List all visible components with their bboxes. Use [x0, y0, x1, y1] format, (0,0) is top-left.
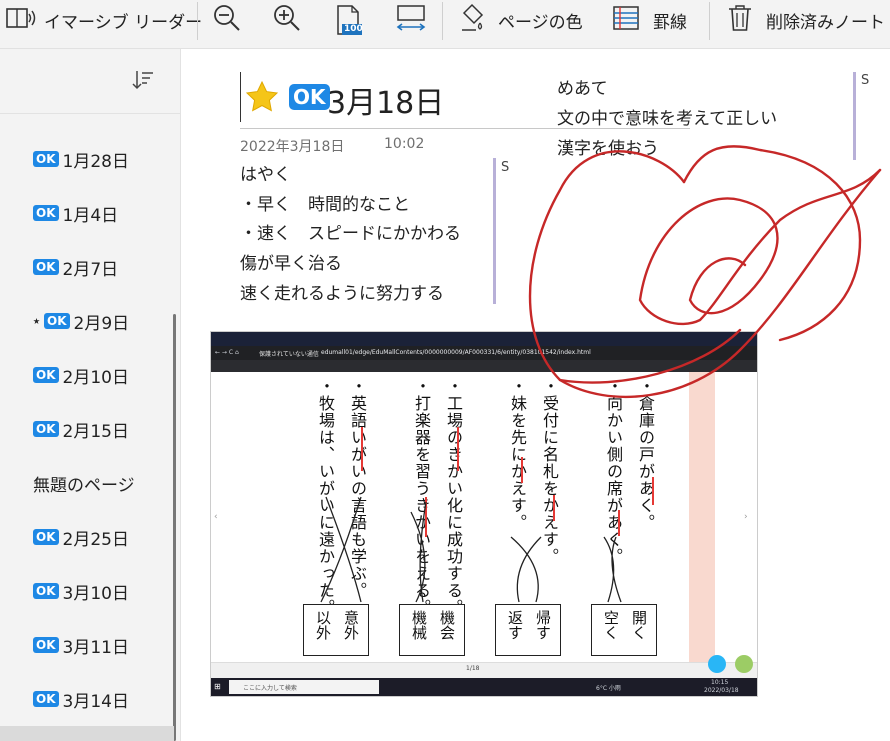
ok-badge: OK	[33, 691, 59, 707]
ok-badge: OK	[33, 637, 59, 653]
sidebar-page-label: 3月11日	[62, 637, 129, 658]
zoom-in-icon	[272, 3, 302, 38]
taskbar-search-placeholder: ここに入力して検索	[243, 685, 297, 692]
sidebar-page-label: 1月4日	[62, 205, 119, 226]
sidebar-page-label: 2月9日	[73, 313, 130, 334]
page-date: 2022年3月18日	[240, 139, 345, 155]
star-icon: ⭑	[33, 313, 41, 329]
rule-lines-icon	[611, 3, 641, 38]
trash-icon	[726, 3, 754, 38]
tag-bar	[853, 72, 856, 160]
toolbar-divider	[709, 2, 710, 40]
sidebar-page-item[interactable]: OK 1月28日	[33, 144, 129, 174]
page-width-button[interactable]	[394, 0, 428, 40]
tag-bar	[493, 158, 496, 304]
goal-line[interactable]: めあて	[557, 74, 608, 99]
zoom-in-button[interactable]	[272, 0, 302, 40]
toolbar-divider	[442, 2, 443, 40]
zoom-out-icon	[212, 3, 242, 38]
page-list-sidebar: OK 1月28日 OK 1月4日 OK 2月7日 ⭑ OK 2月9日 OK 2月10日 OK 2月15日…	[0, 49, 181, 741]
prev-arrow-icon[interactable]: ‹	[214, 512, 218, 522]
shape-icon[interactable]	[735, 655, 753, 673]
ok-badge: OK	[44, 313, 70, 329]
sidebar-page-item[interactable]: OK 2月10日	[33, 360, 129, 390]
ok-badge: OK	[33, 529, 59, 545]
deleted-notes-label: 削除済みノート	[766, 12, 885, 33]
pencil-cross-lines	[320, 496, 622, 603]
page-color-label: ページの色	[498, 12, 583, 33]
sidebar-page-label: 1月28日	[62, 151, 129, 172]
page-time: 10:02	[384, 136, 425, 152]
zoom-100-label: 100	[344, 24, 363, 34]
page-width-icon	[394, 3, 428, 38]
windows-taskbar: ⊞ ここに入力して検索 6°C 小雨 10:15 2022/03/18	[211, 678, 757, 696]
ok-badge: OK	[33, 259, 59, 275]
weather-label: 6°C 小雨	[596, 685, 621, 692]
immersive-reader-icon	[4, 4, 38, 37]
zoom-out-button[interactable]	[212, 0, 242, 40]
taskbar-clock-time: 10:15	[711, 679, 729, 686]
sidebar-page-item[interactable]: ⭑ OK 2月9日	[33, 306, 129, 336]
sidebar-page-label: 無題のページ	[33, 475, 135, 496]
sidebar-page-label: 2月15日	[62, 421, 129, 442]
page-color-button[interactable]: ページの色	[458, 0, 583, 40]
sidebar-page-item[interactable]: OK 1月4日	[33, 198, 118, 228]
sidebar-page-label: 2月25日	[62, 529, 129, 550]
next-arrow-icon[interactable]: ›	[744, 512, 748, 522]
ok-badge: OK	[33, 367, 59, 383]
note-line[interactable]: 傷が早く治る	[240, 249, 342, 274]
sidebar-page-item[interactable]: OK 3月11日	[33, 630, 129, 660]
page-indicator: 1/18	[466, 665, 480, 672]
sort-bar	[0, 49, 180, 114]
viewer-toolbar: 1/18	[211, 655, 757, 679]
ok-badge: OK	[289, 84, 330, 110]
tag-s-label: S	[861, 73, 870, 88]
sidebar-scrollbar[interactable]	[173, 314, 176, 741]
deleted-notes-button[interactable]: 削除済みノート	[726, 0, 885, 40]
sidebar-page-label: 2月7日	[62, 259, 119, 280]
rule-lines-label: 罫線	[653, 12, 687, 33]
sidebar-page-label: 2月10日	[62, 367, 129, 388]
rule-lines-button[interactable]: 罫線	[611, 0, 687, 40]
note-line[interactable]: ・早く 時間的なこと	[240, 190, 410, 215]
sidebar-page-item[interactable]: OK 2月15日	[33, 414, 129, 444]
page-color-icon	[458, 3, 488, 38]
goal-line[interactable]: 文の中で意味を考えて正しい	[557, 104, 777, 129]
ok-badge: OK	[33, 421, 59, 437]
windows-start-icon[interactable]: ⊞	[214, 682, 221, 691]
embedded-screenshot[interactable]: ← → C ⌂ 保護されていない通信 edumall01/edge/EduMal…	[210, 331, 758, 697]
page-100-icon: 100	[334, 4, 364, 36]
zoom-100-button[interactable]: 100	[334, 0, 364, 40]
sidebar-page-item[interactable]: OK 3月14日	[33, 684, 129, 714]
sidebar-page-item[interactable]: 無題のページ	[33, 468, 135, 498]
ok-badge: OK	[33, 583, 59, 599]
note-line[interactable]: 速く走れるように努力する	[240, 279, 444, 304]
note-line[interactable]: はやく	[240, 160, 291, 185]
goal-line[interactable]: 漢字を使おう	[557, 134, 659, 159]
immersive-reader-button[interactable]: イマーシブ リーダー	[4, 0, 202, 40]
selected-page-row[interactable]	[0, 726, 174, 741]
tag-s-label: S	[501, 160, 510, 175]
taskbar-clock-date: 2022/03/18	[704, 687, 739, 694]
sidebar-page-label: 3月14日	[62, 691, 129, 712]
sidebar-page-item[interactable]: OK 2月25日	[33, 522, 129, 552]
sidebar-page-label: 3月10日	[62, 583, 129, 604]
note-line[interactable]: ・速く スピードにかかわる	[240, 219, 461, 244]
sort-icon[interactable]	[132, 69, 154, 95]
cube-icon[interactable]	[708, 655, 726, 673]
star-icon	[245, 80, 279, 116]
text-cursor	[240, 72, 241, 122]
sidebar-page-item[interactable]: OK 3月10日	[33, 576, 129, 606]
ok-badge: OK	[33, 151, 59, 167]
page-title[interactable]: 3月18日	[327, 78, 444, 122]
ok-badge: OK	[33, 205, 59, 221]
immersive-reader-label: イマーシブ リーダー	[44, 12, 203, 33]
sidebar-page-item[interactable]: OK 2月7日	[33, 252, 118, 282]
toolbar-divider	[197, 2, 198, 40]
ribbon-toolbar: イマーシブ リーダー 100 ページの色 罫線 削除済みノート	[0, 0, 890, 49]
